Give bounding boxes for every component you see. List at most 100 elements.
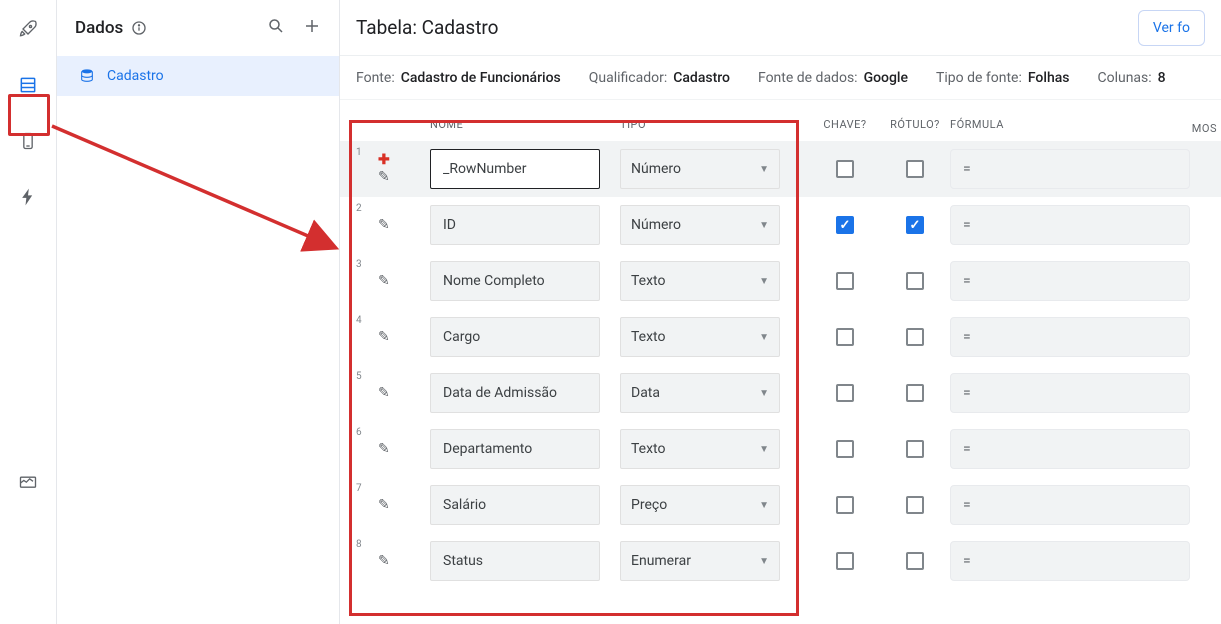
title-name: Cadastro (422, 16, 499, 39)
label-checkbox[interactable] (906, 440, 924, 458)
row-number: 6 (356, 421, 372, 438)
formula-field[interactable]: = (950, 149, 1190, 189)
column-name-input[interactable] (430, 205, 600, 245)
monitor-icon[interactable] (13, 468, 43, 498)
row-number: 7 (356, 477, 372, 494)
type-label: Texto (631, 273, 665, 289)
column-type-select[interactable]: Número▼ (620, 149, 780, 189)
pencil-icon[interactable]: ✎ (378, 441, 390, 457)
type-label: Enumerar (631, 553, 691, 569)
column-name-input[interactable] (430, 373, 600, 413)
col-formula: FÓRMULA (950, 118, 1221, 131)
label-checkbox[interactable] (906, 272, 924, 290)
title-prefix: Tabela: (356, 16, 422, 39)
pencil-icon[interactable]: ✎ (378, 169, 390, 185)
phone-icon[interactable] (13, 126, 43, 156)
data-icon[interactable] (13, 70, 43, 100)
row-number: 2 (356, 197, 372, 214)
column-name-input[interactable] (430, 541, 600, 581)
pencil-icon[interactable]: ✎ (378, 553, 390, 569)
label-checkbox[interactable] (906, 384, 924, 402)
left-panel: Dados Cadastro (57, 0, 340, 624)
formula-field[interactable]: = (950, 541, 1190, 581)
col-tipo: TIPO (620, 118, 810, 131)
column-name-input[interactable] (430, 261, 600, 301)
row-actions: ✎ (372, 273, 430, 289)
label-checkbox[interactable] (906, 552, 924, 570)
col-rotulo: RÓTULO? (880, 118, 950, 131)
sidebar-item-cadastro[interactable]: Cadastro (57, 56, 339, 96)
chevron-down-icon: ▼ (759, 388, 769, 399)
pencil-icon[interactable]: ✎ (378, 329, 390, 345)
col-nome: NOME (430, 118, 620, 131)
meta-tf-v: Folhas (1028, 70, 1070, 86)
info-icon[interactable] (131, 20, 147, 36)
meta-col-k: Colunas: (1097, 70, 1151, 86)
columns-table: NOME TIPO CHAVE? RÓTULO? FÓRMULA MOS 1✚✎… (340, 100, 1221, 624)
row-actions: ✎ (372, 329, 430, 345)
column-name-input[interactable] (430, 149, 600, 189)
key-checkbox[interactable] (836, 552, 854, 570)
column-headers: NOME TIPO CHAVE? RÓTULO? FÓRMULA (340, 100, 1221, 141)
chevron-down-icon: ▼ (759, 220, 769, 231)
key-checkbox[interactable] (836, 328, 854, 346)
formula-field[interactable]: = (950, 205, 1190, 245)
view-button-label: Ver fo (1153, 20, 1190, 36)
row-actions: ✎ (372, 553, 430, 569)
column-type-select[interactable]: Texto▼ (620, 261, 780, 301)
search-icon[interactable] (267, 17, 285, 39)
key-checkbox[interactable] (836, 216, 854, 234)
label-checkbox[interactable] (906, 328, 924, 346)
left-panel-title: Dados (75, 18, 123, 38)
key-checkbox[interactable] (836, 272, 854, 290)
bolt-icon[interactable] (13, 182, 43, 212)
pencil-icon[interactable]: ✎ (378, 497, 390, 513)
column-type-select[interactable]: Preço▼ (620, 485, 780, 525)
view-source-button[interactable]: Ver fo (1138, 10, 1205, 46)
chevron-down-icon: ▼ (759, 164, 769, 175)
chevron-down-icon: ▼ (759, 500, 769, 511)
meta-fonte-v: Cadastro de Funcionários (401, 70, 561, 86)
type-label: Data (631, 385, 660, 401)
add-icon[interactable] (303, 17, 321, 39)
column-type-select[interactable]: Data ▼ (620, 373, 780, 413)
table-row: 1✚✎Número▼= (340, 141, 1221, 197)
pencil-icon[interactable]: ✎ (378, 273, 390, 289)
table-row: 8 ✎ Enumerar▼ = (340, 533, 1221, 589)
key-checkbox[interactable] (836, 440, 854, 458)
meta-fonte-k: Fonte: (356, 70, 395, 86)
key-checkbox[interactable] (836, 496, 854, 514)
column-name-input[interactable] (430, 485, 600, 525)
formula-field[interactable]: = (950, 373, 1190, 413)
row-number: 8 (356, 533, 372, 550)
formula-field[interactable]: = (950, 317, 1190, 357)
chevron-down-icon: ▼ (759, 332, 769, 343)
row-actions: ✎ (372, 217, 430, 233)
column-type-select[interactable]: Número▼ (620, 205, 780, 245)
column-name-input[interactable] (430, 317, 600, 357)
key-checkbox[interactable] (836, 384, 854, 402)
column-type-select[interactable]: Texto ▼ (620, 317, 780, 357)
pencil-icon[interactable]: ✎ (378, 217, 390, 233)
add-row-icon[interactable]: ✚ (378, 153, 390, 167)
meta-tf-k: Tipo de fonte: (936, 70, 1022, 86)
rocket-icon[interactable] (13, 14, 43, 44)
label-checkbox[interactable] (906, 160, 924, 178)
row-actions: ✚✎ (372, 153, 430, 185)
column-type-select[interactable]: Enumerar▼ (620, 541, 780, 581)
formula-field[interactable]: = (950, 261, 1190, 301)
formula-field[interactable]: = (950, 429, 1190, 469)
column-type-select[interactable]: Texto▼ (620, 429, 780, 469)
key-checkbox[interactable] (836, 160, 854, 178)
type-label: Texto (631, 329, 665, 345)
table-row: 5✎Data▼= (340, 365, 1221, 421)
label-checkbox[interactable] (906, 496, 924, 514)
column-name-input[interactable] (430, 429, 600, 469)
row-actions: ✎ (372, 385, 430, 401)
row-actions: ✎ (372, 497, 430, 513)
formula-field[interactable]: = (950, 485, 1190, 525)
table-row: 2 ✎ Número▼ = (340, 197, 1221, 253)
pencil-icon[interactable]: ✎ (378, 385, 390, 401)
chevron-down-icon: ▼ (759, 444, 769, 455)
label-checkbox[interactable] (906, 216, 924, 234)
